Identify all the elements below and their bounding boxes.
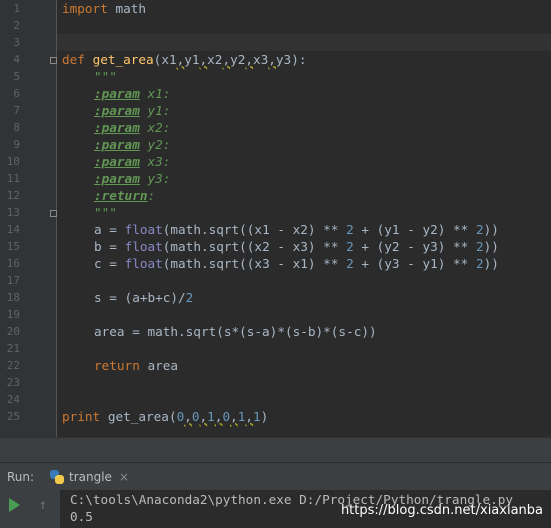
run-toolbar: ↑	[0, 490, 61, 528]
python-icon	[50, 470, 64, 484]
arrow-up-icon[interactable]: ↑	[36, 496, 50, 514]
code-editor[interactable]: 1 2 3 4 5 6 7 8 9 10 11 12 13 14 15 16 17 18 19 20 21 22 23 24 2…	[0, 0, 551, 437]
line-number: 19	[6, 308, 20, 321]
horizontal-scrollbar[interactable]	[0, 437, 551, 462]
code-line-9: :param y2:	[94, 137, 171, 152]
close-icon[interactable]: ×	[119, 470, 129, 484]
line-number: 16	[6, 257, 20, 270]
line-number-gutter: 1 2 3 4 5 6 7 8 9 10 11 12 13 14 15 16 17 18 19 20 21 22 23 24 2…	[0, 0, 57, 437]
line-number: 1	[13, 2, 20, 15]
line-number: 9	[13, 138, 20, 151]
run-label: Run:	[7, 470, 35, 484]
code-line-13: """	[94, 205, 117, 220]
line-number: 21	[6, 342, 20, 355]
code-line-7: :param y1:	[94, 103, 171, 118]
line-number: 10	[6, 155, 20, 168]
run-tab-trangle[interactable]: trangle ×	[50, 466, 129, 488]
watermark: https://blog.csdn.net/xiaxianba	[340, 503, 543, 518]
code-line-10: :param x3:	[94, 154, 171, 169]
line-number: 7	[13, 104, 20, 117]
code-line-18: s = (a+b+c)/2	[94, 290, 194, 305]
code-line-5: """	[94, 69, 117, 84]
code-line-6: :param x1:	[94, 86, 171, 101]
line-number: 2	[13, 19, 20, 32]
code-line-25: print get_area(0,0,1,0,1,1)	[62, 409, 269, 424]
line-number: 4	[13, 53, 20, 66]
fold-marker-icon[interactable]	[50, 57, 57, 64]
fold-marker-icon[interactable]	[50, 210, 57, 217]
line-number: 15	[6, 240, 20, 253]
line-number: 20	[6, 325, 20, 338]
line-number: 11	[6, 172, 20, 185]
run-console[interactable]: ↑ C:\tools\Anaconda2\python.exe D:/Proje…	[0, 490, 551, 528]
line-number: 25	[6, 410, 20, 423]
line-number: 12	[6, 189, 20, 202]
line-number: 3	[13, 36, 20, 49]
line-number: 14	[6, 223, 20, 236]
code-line-1: import math	[62, 1, 147, 16]
line-number: 23	[6, 376, 20, 389]
code-line-11: :param y3:	[94, 171, 171, 186]
code-line-15: b = float(math.sqrt((x2 - x3) ** 2 + (y2…	[94, 239, 499, 254]
line-number: 13	[6, 206, 20, 219]
console-output: 0.5	[70, 509, 93, 524]
code-line-12: :return:	[94, 188, 156, 203]
line-number: 6	[13, 87, 20, 100]
line-number: 5	[13, 70, 20, 83]
run-tab-label: trangle	[69, 470, 112, 484]
line-number: 8	[13, 121, 20, 134]
rerun-icon[interactable]	[9, 498, 20, 512]
run-tool-window-header: Run: trangle ×	[0, 462, 551, 490]
line-number: 18	[6, 291, 20, 304]
code-line-4: def get_area(x1,y1,x2,y2,x3,y3):	[62, 52, 307, 67]
code-line-14: a = float(math.sqrt((x1 - x2) ** 2 + (y1…	[94, 222, 499, 237]
code-line-20: area = math.sqrt(s*(s-a)*(s-b)*(s-c))	[94, 324, 377, 339]
line-number: 24	[6, 393, 20, 406]
code-line-8: :param x2:	[94, 120, 171, 135]
code-line-16: c = float(math.sqrt((x3 - x1) ** 2 + (y3…	[94, 256, 499, 271]
line-number: 17	[6, 274, 20, 287]
code-line-22: return area	[94, 358, 179, 373]
current-line-highlight	[57, 34, 551, 51]
line-number: 22	[6, 359, 20, 372]
